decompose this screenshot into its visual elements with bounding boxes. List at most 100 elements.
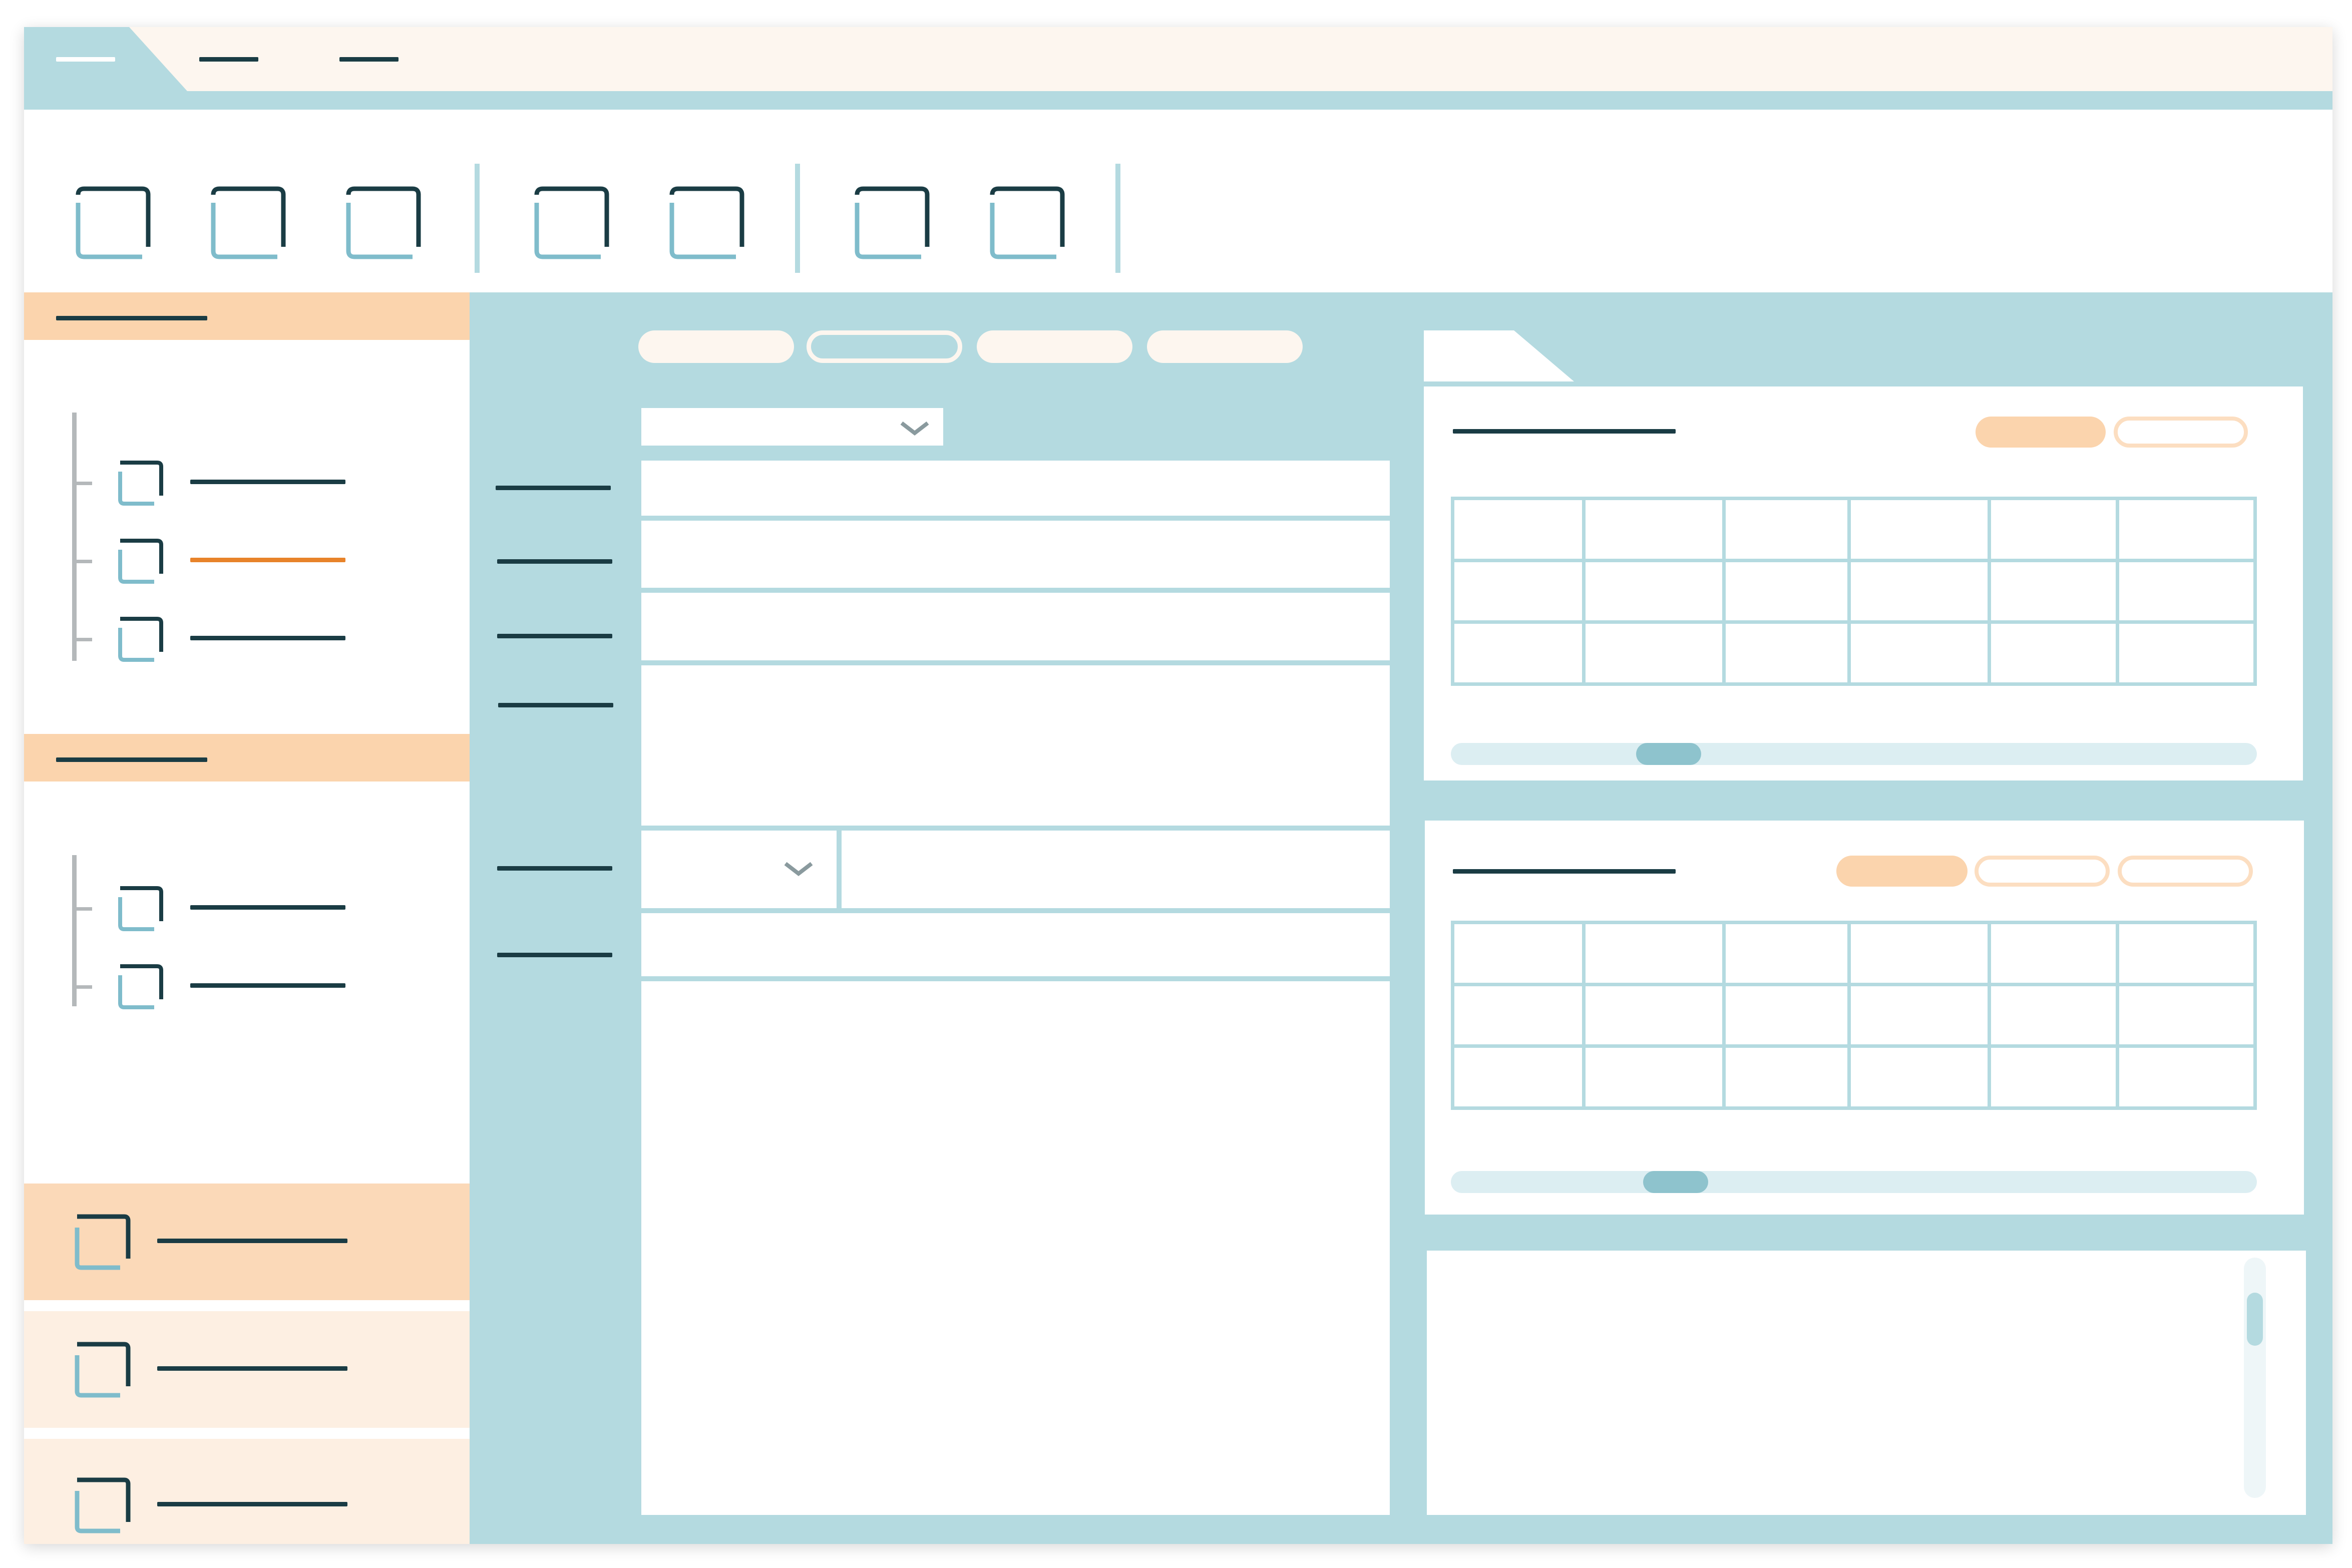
tree-branch [72, 638, 92, 641]
tree-branch [72, 907, 92, 911]
nav-item[interactable] [24, 1311, 470, 1428]
form-tab-3[interactable] [977, 330, 1132, 363]
table-row [1451, 620, 2257, 686]
data-table [1451, 921, 2257, 1110]
nav-divider [24, 1300, 470, 1311]
tab-1-label [56, 57, 115, 62]
panel-button[interactable] [2118, 856, 2253, 887]
sidebar-section-header[interactable] [24, 292, 470, 340]
field-label [497, 866, 612, 871]
tree-item-label [190, 905, 345, 910]
title-bar [24, 27, 2332, 100]
data-panel-1 [1424, 386, 2303, 780]
tab-1[interactable] [24, 27, 154, 91]
data-panel-2 [1425, 821, 2304, 1215]
square-icon[interactable] [986, 181, 1066, 261]
square-icon [118, 964, 163, 1009]
square-icon[interactable] [72, 181, 152, 261]
form-body-area[interactable] [641, 981, 1390, 1515]
field-label [496, 486, 611, 490]
tree-item[interactable] [72, 883, 423, 938]
tree-branch [72, 482, 92, 485]
square-icon[interactable] [207, 181, 287, 261]
nav-item-label [157, 1502, 347, 1506]
horizontal-scrollbar[interactable] [1451, 743, 2257, 765]
nav-item-label [157, 1366, 347, 1371]
toolbar [24, 101, 2332, 292]
inline-select[interactable] [641, 831, 837, 908]
square-icon [118, 461, 163, 506]
chevron-down-icon [900, 421, 929, 436]
tree-branch [72, 985, 92, 989]
tree-item-label [190, 636, 345, 640]
square-icon [75, 1342, 131, 1398]
text-field[interactable] [842, 831, 1390, 908]
square-icon[interactable] [342, 181, 423, 261]
square-icon [118, 617, 163, 662]
data-table [1451, 497, 2257, 686]
table-row [1451, 982, 2257, 1048]
vertical-scrollbar[interactable] [2244, 1258, 2266, 1498]
square-icon [75, 1477, 131, 1533]
nav-divider [24, 1428, 470, 1439]
square-icon[interactable] [666, 181, 746, 261]
content-panel-3[interactable] [1427, 1251, 2306, 1515]
table-row [1451, 921, 2257, 986]
nav-item-active[interactable] [24, 1184, 470, 1300]
right-tab[interactable] [1424, 330, 1574, 381]
panel-button[interactable] [1976, 417, 2106, 448]
tree-item-label [190, 983, 345, 988]
chevron-down-icon [784, 862, 813, 877]
panel-button[interactable] [1836, 856, 1968, 887]
form-tab-2-active[interactable] [807, 330, 962, 363]
title-bar-rule [24, 91, 2332, 100]
field-label [497, 559, 612, 564]
table-row [1451, 1044, 2257, 1110]
field-label [497, 634, 612, 638]
tree-item-label [190, 480, 345, 484]
section-header-label [56, 757, 207, 762]
sidebar-section-header[interactable] [24, 734, 470, 781]
tab-2[interactable] [194, 27, 304, 91]
toolbar-separator [795, 164, 800, 273]
panel-button[interactable] [2114, 417, 2248, 448]
scrollbar-thumb[interactable] [2247, 1293, 2263, 1346]
square-icon[interactable] [531, 181, 611, 261]
field-label [497, 953, 612, 957]
top-select[interactable] [641, 408, 943, 446]
text-field[interactable] [641, 593, 1390, 660]
panel-button[interactable] [1975, 856, 2110, 887]
text-field[interactable] [641, 461, 1390, 516]
tree-item-selected[interactable] [72, 536, 423, 591]
nav-item[interactable] [24, 1439, 470, 1544]
toolbar-separator [1115, 164, 1120, 273]
square-icon [118, 886, 163, 931]
panel-title [1453, 429, 1676, 434]
toolbar-separator [475, 164, 480, 273]
textarea-field[interactable] [641, 665, 1390, 826]
tab-3[interactable] [334, 27, 445, 91]
scrollbar-thumb[interactable] [1636, 743, 1701, 765]
scrollbar-thumb[interactable] [1643, 1171, 1708, 1193]
tab-2-label [199, 57, 258, 62]
square-icon[interactable] [851, 181, 931, 261]
form-tab-1[interactable] [638, 330, 794, 363]
tab-3-label [339, 57, 399, 62]
tree-branch [72, 560, 92, 563]
text-field[interactable] [641, 913, 1390, 976]
tree-item[interactable] [72, 614, 423, 669]
table-row [1451, 497, 2257, 562]
nav-item-label [157, 1239, 347, 1243]
section-header-label [56, 316, 207, 320]
table-row [1451, 558, 2257, 624]
panel-title [1453, 869, 1676, 874]
text-field[interactable] [641, 521, 1390, 588]
tree-item[interactable] [72, 458, 423, 513]
square-icon [118, 539, 163, 584]
form-tab-4[interactable] [1147, 330, 1303, 363]
app-window [24, 27, 2332, 1544]
horizontal-scrollbar[interactable] [1451, 1171, 2257, 1193]
tree-item[interactable] [72, 961, 423, 1016]
tree-item-label [190, 558, 345, 562]
field-label [498, 703, 613, 707]
